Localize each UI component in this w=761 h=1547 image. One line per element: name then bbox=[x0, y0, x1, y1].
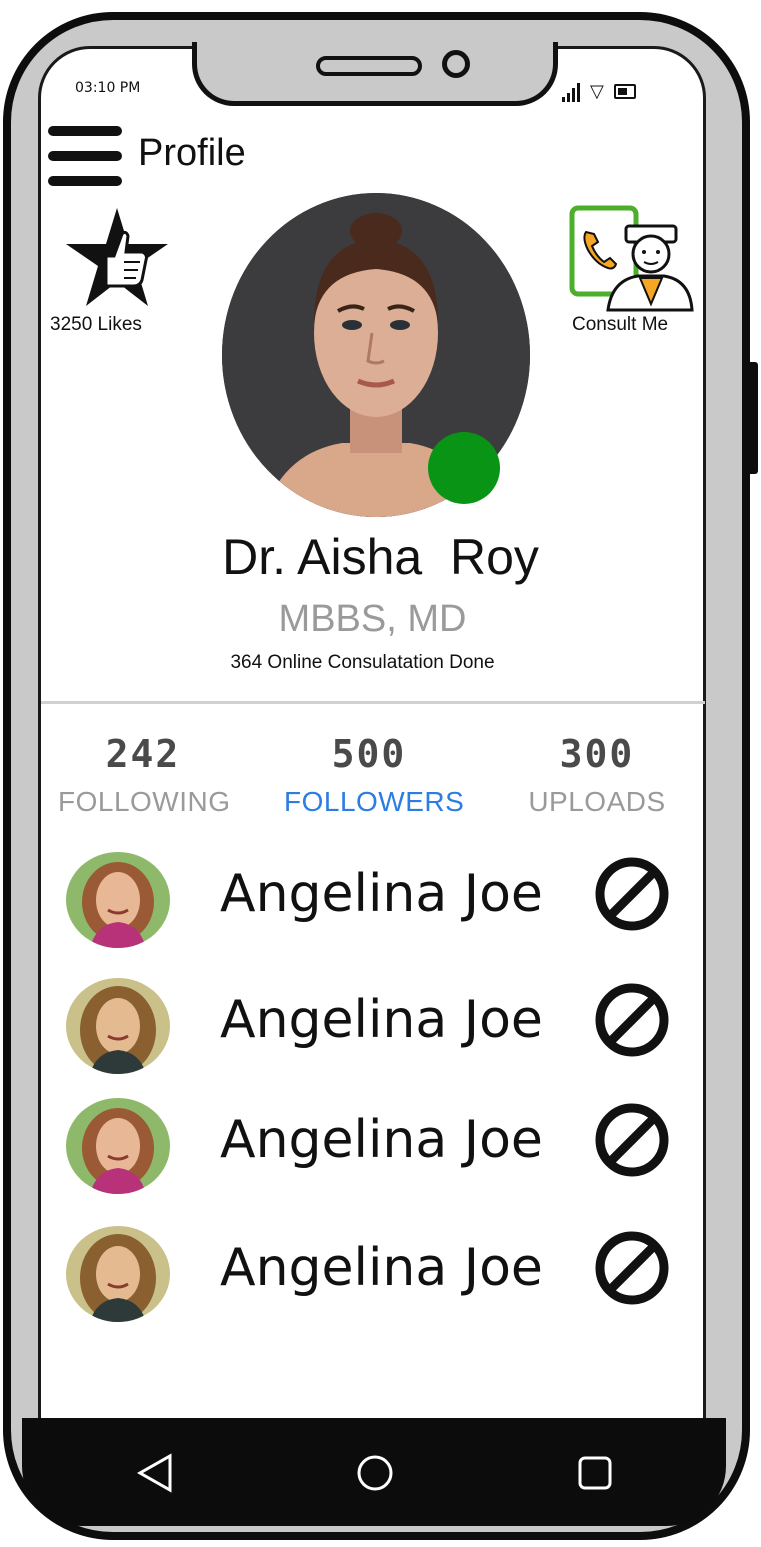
side-button bbox=[746, 362, 758, 474]
list-item[interactable]: Angelina Joe bbox=[60, 1220, 680, 1324]
section-divider bbox=[41, 701, 705, 704]
stat-label: FOLLOWING bbox=[58, 786, 231, 817]
block-icon[interactable] bbox=[594, 1102, 670, 1178]
recents-square-icon[interactable] bbox=[570, 1448, 620, 1498]
follower-avatar bbox=[66, 1098, 170, 1194]
list-item[interactable]: Angelina Joe bbox=[60, 1092, 680, 1196]
home-circle-icon[interactable] bbox=[350, 1448, 400, 1498]
follower-name: Angelina Joe bbox=[220, 1238, 543, 1298]
system-nav-bar bbox=[22, 1418, 726, 1526]
consultation-count: 364 Online Consulatation Done bbox=[230, 652, 495, 673]
stat-value: 300 bbox=[559, 732, 635, 776]
online-status-indicator bbox=[428, 432, 500, 504]
consult-doctor-icon[interactable] bbox=[568, 204, 694, 312]
back-triangle-icon[interactable] bbox=[130, 1448, 180, 1498]
list-item[interactable]: Angelina Joe bbox=[60, 846, 680, 950]
follower-name: Angelina Joe bbox=[220, 864, 543, 924]
front-camera bbox=[442, 50, 470, 78]
follower-avatar bbox=[66, 852, 170, 948]
doctor-name: Dr. Aisha Roy bbox=[222, 529, 539, 585]
follower-name: Angelina Joe bbox=[220, 990, 543, 1050]
stat-label: UPLOADS bbox=[528, 786, 666, 817]
consult-label[interactable]: Consult Me bbox=[572, 314, 668, 336]
list-item[interactable]: Angelina Joe bbox=[60, 972, 680, 1076]
follower-name: Angelina Joe bbox=[220, 1110, 543, 1170]
stat-label: FOLLOWERS bbox=[284, 786, 465, 817]
wifi-icon: ▽ bbox=[590, 81, 604, 102]
status-time: 03:10 PM bbox=[75, 80, 141, 96]
stat-value: 242 bbox=[105, 732, 181, 776]
block-icon[interactable] bbox=[594, 1230, 670, 1306]
block-icon[interactable] bbox=[594, 856, 670, 932]
speaker-grill bbox=[316, 56, 422, 76]
follower-avatar bbox=[66, 978, 170, 1074]
follower-avatar bbox=[66, 1226, 170, 1322]
stat-followers[interactable]: 500 FOLLOWERS bbox=[284, 732, 465, 818]
stat-following[interactable]: 242 FOLLOWING bbox=[58, 732, 231, 818]
doctor-degree: MBBS, MD bbox=[278, 598, 467, 640]
block-icon[interactable] bbox=[594, 982, 670, 1058]
signal-icon bbox=[562, 82, 580, 102]
page-title: Profile bbox=[138, 132, 246, 174]
stat-uploads[interactable]: 300 UPLOADS bbox=[512, 732, 682, 818]
battery-icon bbox=[613, 84, 636, 99]
stat-value: 500 bbox=[331, 732, 407, 776]
menu-icon[interactable] bbox=[48, 126, 122, 186]
thumbs-up-star-icon[interactable] bbox=[64, 206, 170, 310]
likes-count: 3250 Likes bbox=[50, 314, 142, 335]
status-icons: ▽ bbox=[562, 76, 672, 102]
